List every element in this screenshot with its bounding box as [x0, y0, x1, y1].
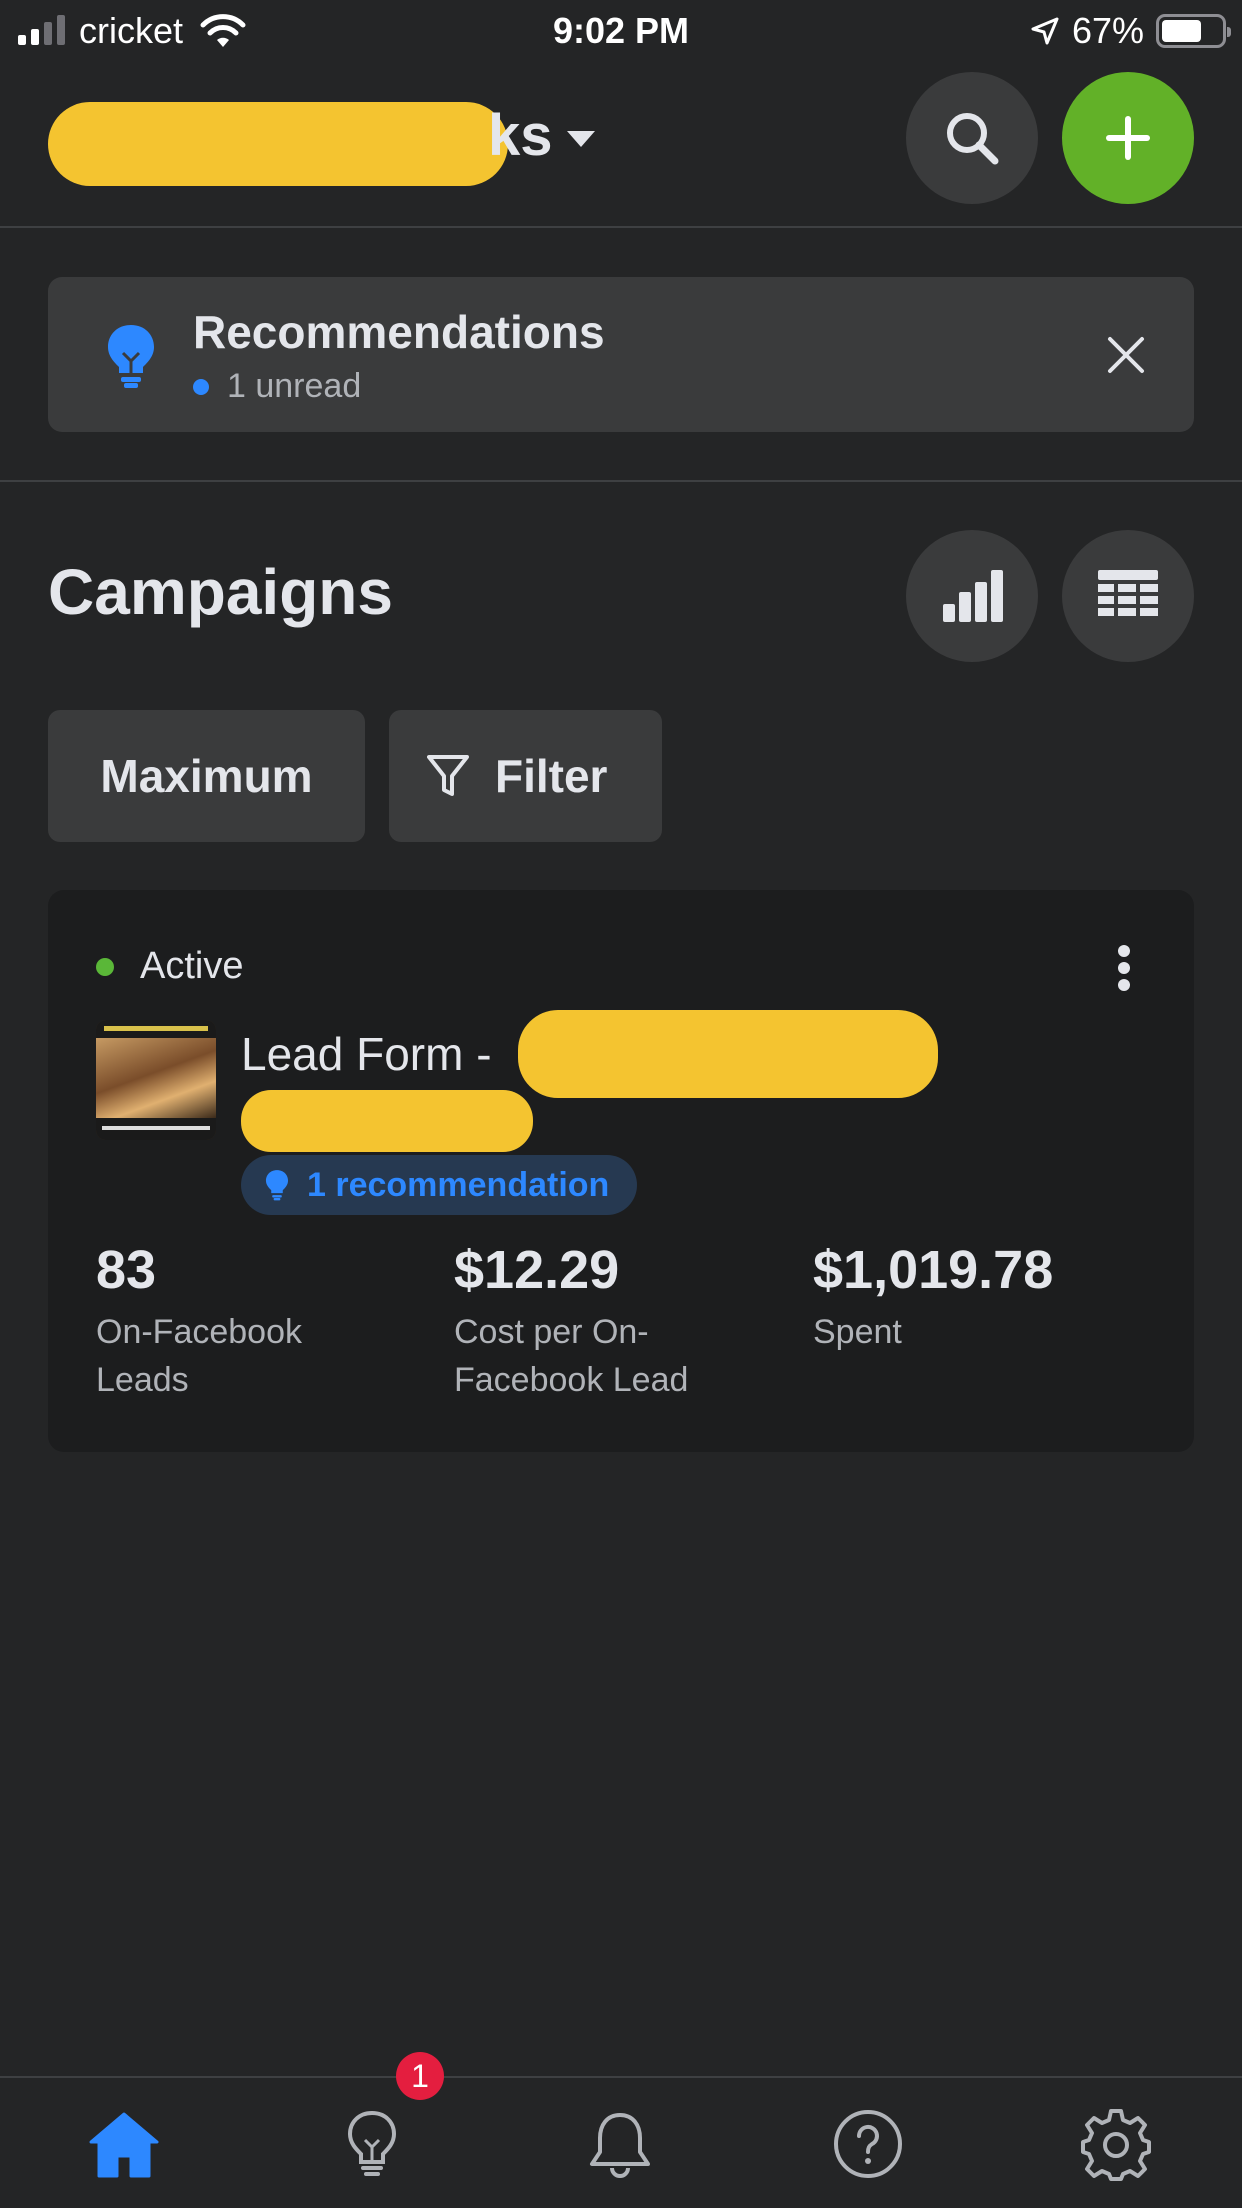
metric-value: $12.29: [454, 1240, 620, 1300]
metric-value: 83: [96, 1240, 157, 1300]
metric-value: $1,019.78: [813, 1240, 1054, 1300]
metric-label: Cost per On-Facebook Lead: [454, 1313, 689, 1399]
lightbulb-icon: [347, 2110, 397, 2176]
status-label: Active: [140, 945, 244, 987]
status-right: 67%: [1030, 10, 1231, 52]
bar-chart-icon: [943, 570, 1003, 622]
tab-help[interactable]: [828, 2104, 908, 2184]
metric-spent: $1,019.78 Spent: [813, 1240, 1153, 1356]
plus-icon: [1106, 116, 1150, 160]
unread-count: 1 unread: [193, 367, 361, 406]
divider: [0, 480, 1242, 482]
campaign-card[interactable]: Active Lead Form - 1 recommendation 83 O…: [48, 890, 1194, 1452]
date-range-button[interactable]: Maximum: [48, 710, 365, 842]
gear-icon: [1081, 2109, 1151, 2181]
search-button[interactable]: [906, 72, 1038, 204]
filter-button[interactable]: Filter: [389, 710, 662, 842]
metric-cost-per-lead: $12.29 Cost per On-Facebook Lead: [454, 1240, 774, 1404]
tab-recommendations[interactable]: [332, 2104, 412, 2184]
metric-leads: 83 On-Facebook Leads: [96, 1240, 396, 1404]
battery-icon: [1156, 14, 1231, 48]
search-icon: [947, 113, 999, 165]
lightbulb-icon: [108, 325, 154, 388]
table-icon: [1098, 570, 1158, 616]
create-button[interactable]: [1062, 72, 1194, 204]
redacted-account-name: [48, 102, 508, 186]
account-name-text: ks: [488, 103, 553, 168]
metric-label: Spent: [813, 1313, 902, 1351]
battery-percent: 67%: [1071, 10, 1144, 51]
campaign-status: Active: [96, 945, 243, 988]
header: ks: [0, 62, 1242, 228]
status-bar: cricket 9:02 PM 67%: [0, 0, 1242, 62]
help-icon: [834, 2110, 902, 2178]
lightbulb-icon: [265, 1170, 289, 1201]
notification-badge: 1: [396, 2052, 444, 2100]
bell-icon: [590, 2113, 650, 2178]
chart-view-button[interactable]: [906, 530, 1038, 662]
home-icon: [89, 2112, 159, 2178]
account-switcher[interactable]: ks: [48, 102, 595, 186]
tab-home[interactable]: [84, 2104, 164, 2184]
chevron-down-icon: [566, 130, 595, 147]
close-icon[interactable]: [1098, 327, 1154, 383]
table-view-button[interactable]: [1062, 530, 1194, 662]
tab-bar: [0, 2076, 1242, 2208]
more-options-icon[interactable]: [1118, 945, 1130, 991]
campaign-thumbnail: [96, 1020, 216, 1140]
tab-settings[interactable]: [1076, 2104, 1156, 2184]
recommendations-title: Recommendations: [193, 306, 605, 358]
battery-fill: [1162, 20, 1201, 42]
location-arrow-icon: [1031, 17, 1059, 45]
unread-text: 1 unread: [227, 367, 362, 405]
campaigns-title: Campaigns: [48, 556, 393, 628]
recommendation-chip-label: 1 recommendation: [307, 1165, 610, 1204]
redacted-campaign-name-line2: [241, 1090, 533, 1152]
campaign-name-prefix: Lead Form -: [241, 1028, 492, 1080]
filter-label: Filter: [495, 750, 608, 802]
unread-dot: [193, 378, 209, 395]
date-range-label: Maximum: [100, 750, 313, 802]
recommendation-chip[interactable]: 1 recommendation: [241, 1155, 638, 1215]
recommendations-banner[interactable]: Recommendations 1 unread: [48, 277, 1194, 432]
filter-icon: [427, 755, 469, 796]
active-status-dot: [96, 957, 114, 976]
redacted-campaign-name: [518, 1010, 938, 1098]
metric-label: On-Facebook Leads: [96, 1313, 302, 1399]
tab-notifications[interactable]: [580, 2104, 660, 2184]
